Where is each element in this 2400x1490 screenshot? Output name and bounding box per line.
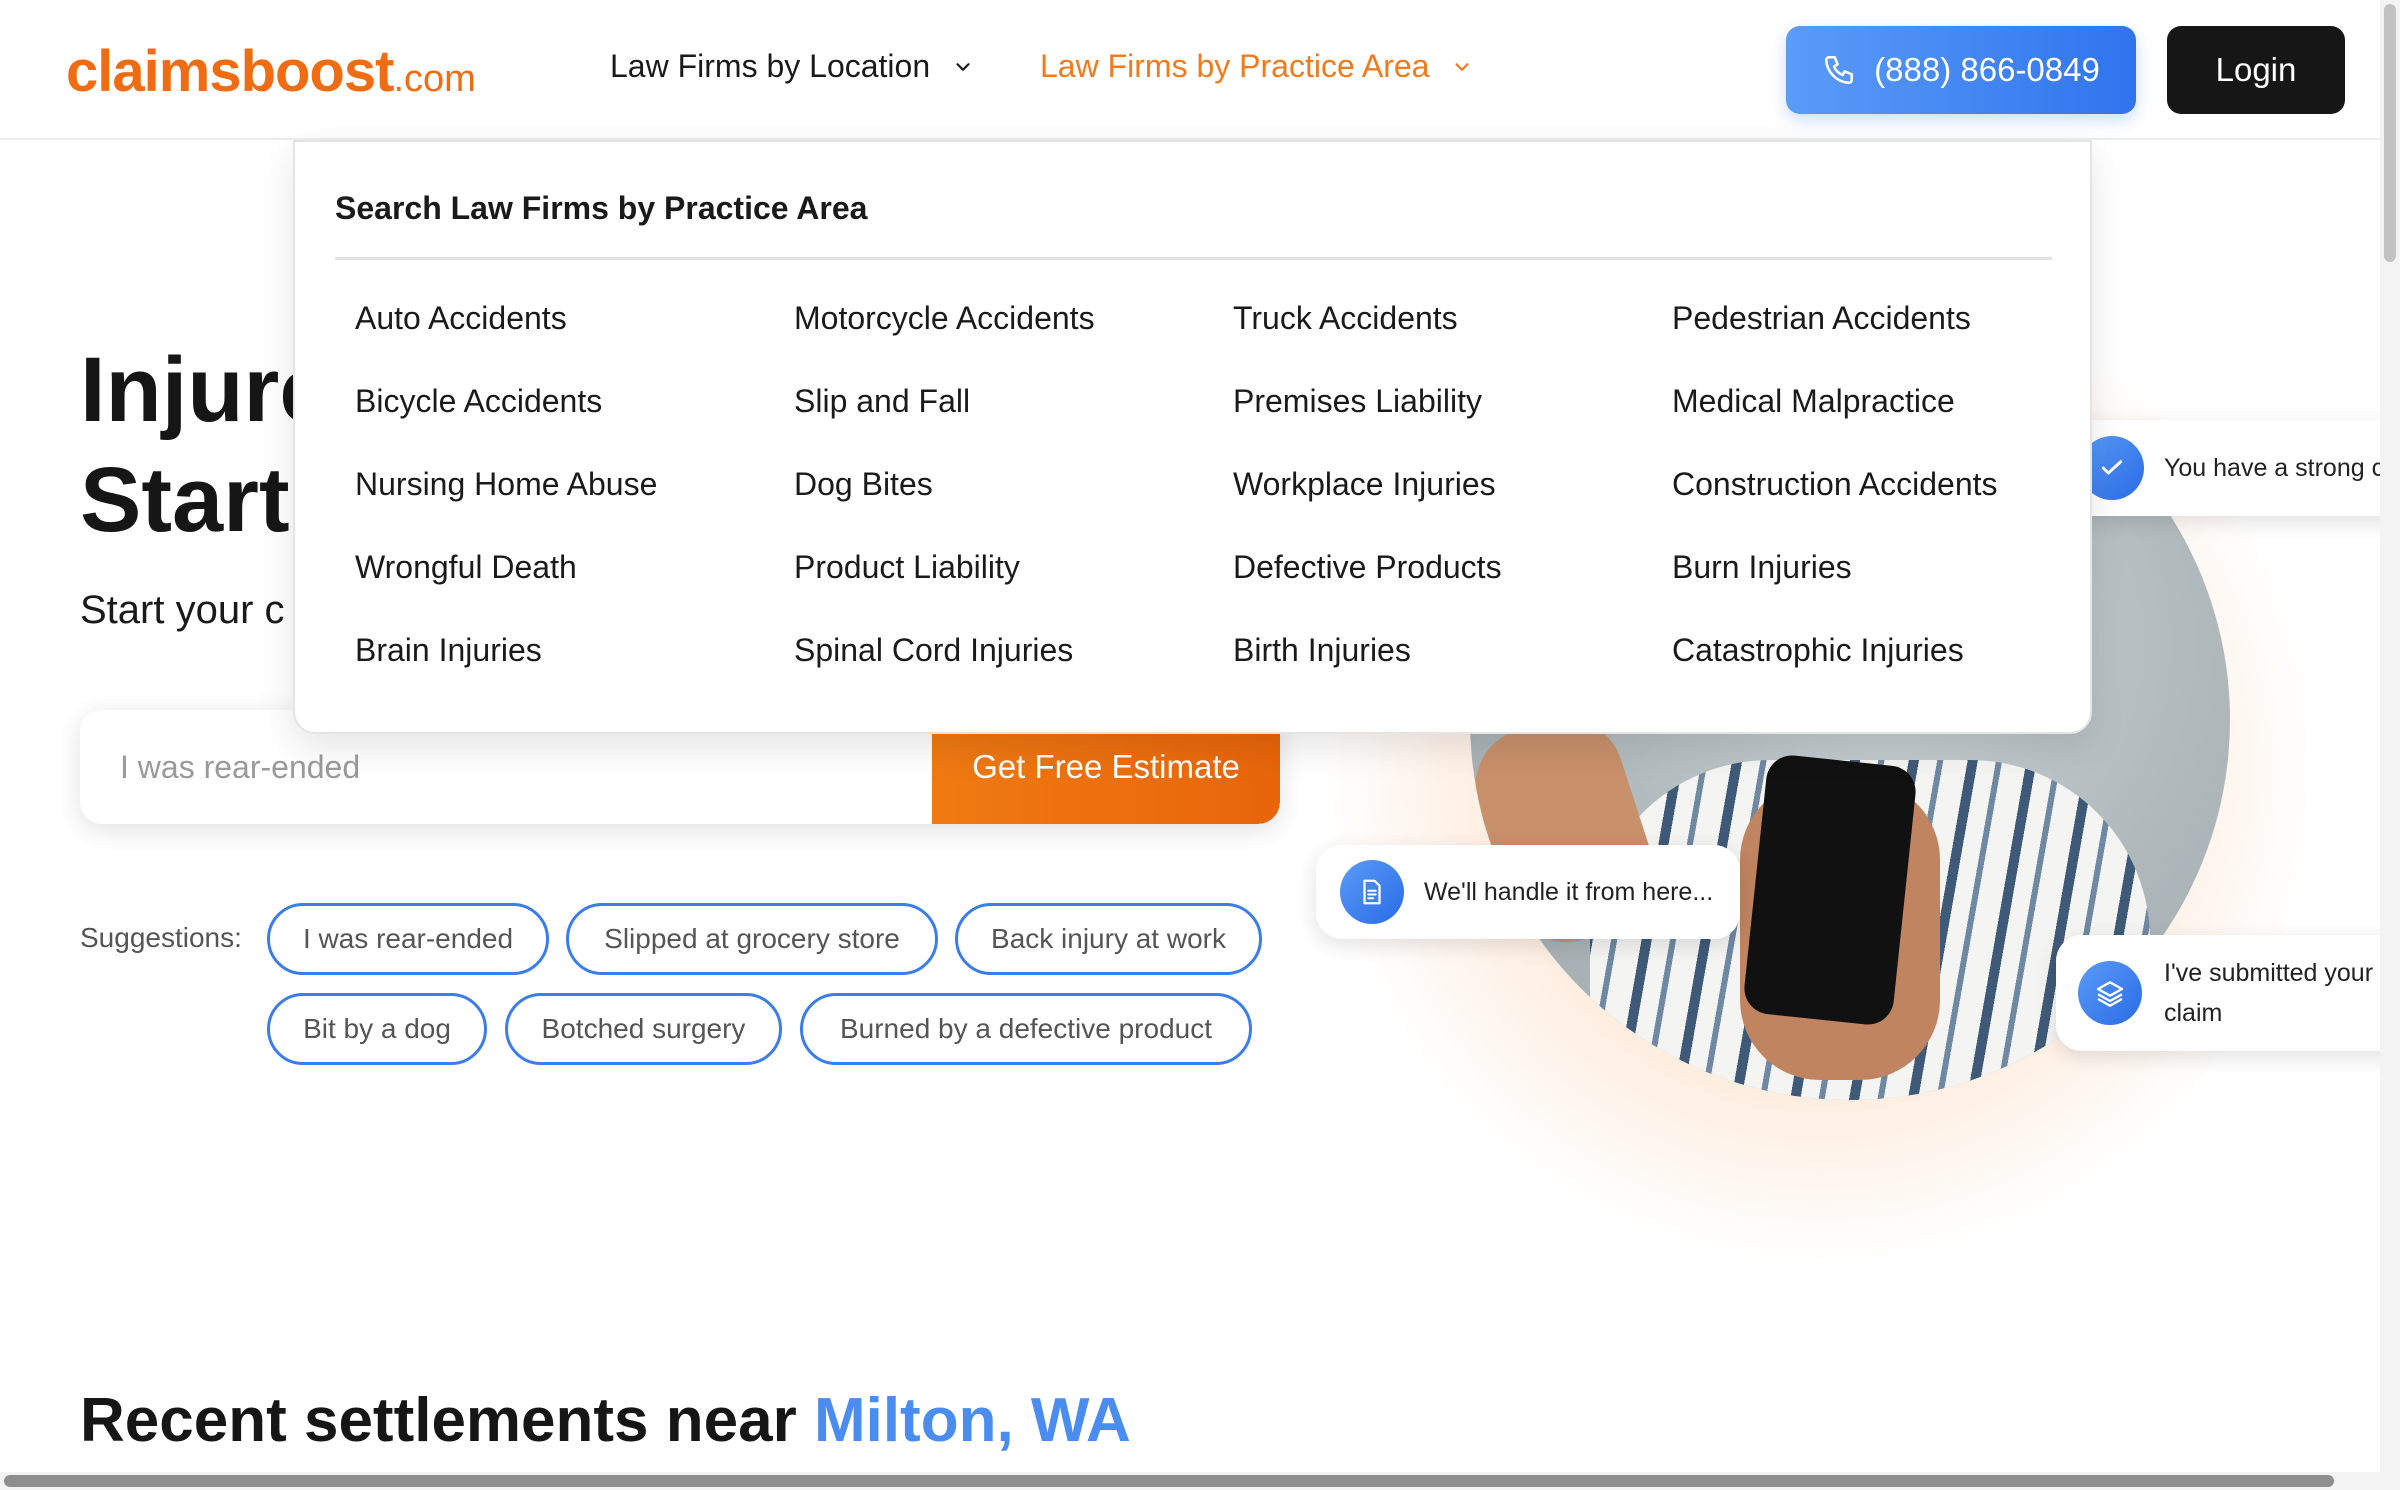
practice-area-link[interactable]: Wrongful Death [355, 549, 577, 586]
vertical-scroll-thumb[interactable] [2384, 4, 2396, 262]
practice-area-link[interactable]: Motorcycle Accidents [794, 300, 1095, 337]
phone-number: (888) 866-0849 [1874, 51, 2100, 88]
suggestion-chip[interactable]: Burned by a defective product [800, 993, 1252, 1065]
practice-area-link[interactable]: Defective Products [1233, 549, 1502, 586]
dropdown-divider [335, 257, 2052, 260]
hero-subtitle: Start your c [80, 588, 285, 632]
logo-tld: .com [393, 58, 476, 100]
practice-area-link[interactable]: Bicycle Accidents [355, 383, 602, 420]
practice-area-link[interactable]: Brain Injuries [355, 632, 542, 669]
practice-area-link[interactable]: Pedestrian Accidents [1672, 300, 1971, 337]
nav-practice-area-label: Law Firms by Practice Area [1040, 48, 1430, 84]
settlements-prefix: Recent settlements near [80, 1386, 814, 1455]
practice-area-link[interactable]: Construction Accidents [1672, 466, 1998, 503]
practice-area-dropdown: Search Law Firms by Practice Area Auto A… [293, 140, 2092, 734]
chat-bubble-handle-it: We'll handle it from here... [1316, 845, 1740, 939]
logo-main: claimsboost [66, 39, 394, 104]
practice-area-link[interactable]: Nursing Home Abuse [355, 466, 657, 503]
practice-area-link[interactable]: Workplace Injuries [1233, 466, 1496, 503]
settlements-city-link[interactable]: Milton, WA [814, 1386, 1131, 1455]
suggestions-label: Suggestions: [80, 922, 242, 953]
practice-area-link[interactable]: Dog Bites [794, 466, 933, 503]
dropdown-title: Search Law Firms by Practice Area [335, 190, 868, 226]
nav-law-firms-by-practice-area[interactable]: Law Firms by Practice Area [1040, 48, 1473, 85]
recent-settlements-heading: Recent settlements near Milton, WA [80, 1385, 1131, 1456]
chevron-down-icon [1455, 62, 1470, 71]
practice-area-link[interactable]: Slip and Fall [794, 383, 970, 420]
bubble-text: I've submitted your claim [2164, 959, 2374, 1027]
document-icon [1340, 860, 1404, 924]
practice-area-link[interactable]: Premises Liability [1233, 383, 1482, 420]
suggestion-chip[interactable]: Back injury at work [955, 903, 1262, 975]
practice-area-link[interactable]: Spinal Cord Injuries [794, 632, 1073, 669]
nav-law-firms-by-location[interactable]: Law Firms by Location [610, 48, 974, 85]
suggestion-chip[interactable]: Slipped at grocery store [566, 903, 938, 975]
site-header: claimsboost.com Law Firms by Location La… [0, 0, 2380, 140]
bubble-text: We'll handle it from here... [1424, 877, 1714, 906]
chevron-down-icon [956, 62, 970, 71]
phone-icon [1825, 55, 1854, 85]
practice-area-link[interactable]: Auto Accidents [355, 300, 567, 337]
logo[interactable]: claimsboost.com [66, 38, 476, 105]
practice-area-link[interactable]: Birth Injuries [1233, 632, 1411, 669]
phone-call-button[interactable]: (888) 866-0849 [1786, 26, 2136, 114]
chat-bubble-submitted: I've submitted your claim [2056, 935, 2400, 1051]
nav-location-label: Law Firms by Location [610, 48, 931, 84]
practice-area-link[interactable]: Product Liability [794, 549, 1020, 586]
vertical-scrollbar[interactable] [2380, 0, 2400, 1490]
practice-area-link[interactable]: Truck Accidents [1233, 300, 1458, 337]
practice-area-link[interactable]: Burn Injuries [1672, 549, 1852, 586]
suggestion-chip[interactable]: Botched surgery [505, 993, 782, 1065]
layers-icon [2078, 961, 2142, 1025]
practice-area-link[interactable]: Catastrophic Injuries [1672, 632, 1964, 669]
photo-smartphone [1741, 752, 1919, 1028]
practice-area-link[interactable]: Medical Malpractice [1672, 383, 1955, 420]
login-button[interactable]: Login [2167, 26, 2345, 114]
suggestion-chip[interactable]: Bit by a dog [267, 993, 487, 1065]
suggestion-chip[interactable]: I was rear-ended [267, 903, 549, 975]
bubble-text: You have a strong cas [2164, 453, 2400, 482]
horizontal-scrollbar[interactable] [0, 1472, 2380, 1490]
horizontal-scroll-thumb[interactable] [4, 1475, 2334, 1487]
chat-bubble-strong-case: You have a strong cas [2060, 420, 2400, 516]
